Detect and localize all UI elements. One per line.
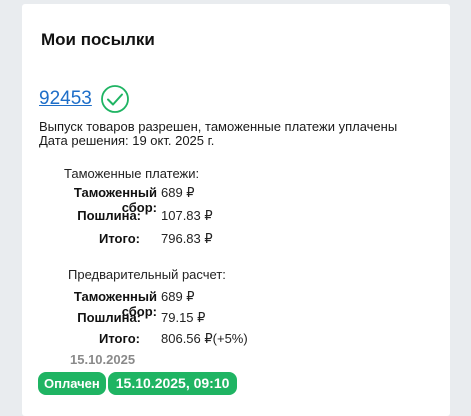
duty-value: 107.83 ₽ bbox=[161, 208, 213, 223]
total-label: Итого: bbox=[99, 231, 140, 246]
estimate-duty-value: 79.15 ₽ bbox=[161, 310, 206, 325]
parcel-number-link[interactable]: 92453 bbox=[39, 88, 92, 110]
estimate-total-value: 806.56 ₽(+5%) bbox=[161, 331, 248, 346]
payment-date-badge: 15.10.2025, 09:10 bbox=[107, 372, 238, 395]
parcel-header: 92453 bbox=[39, 84, 130, 114]
page-title: Мои посылки bbox=[41, 30, 155, 49]
estimate-section-title: Предварительный расчет: bbox=[68, 267, 226, 282]
customs-section-title: Таможенные платежи: bbox=[64, 166, 200, 181]
estimate-total-label: Итого: bbox=[99, 331, 140, 346]
payment-status-badge: Оплачен bbox=[38, 372, 106, 395]
parcel-status-text: Выпуск товаров разрешен, таможенные плат… bbox=[39, 119, 398, 134]
total-value: 796.83 ₽ bbox=[161, 231, 213, 246]
estimate-fee-value: 689 ₽ bbox=[161, 289, 195, 304]
parcels-card: Мои посылки 92453 Выпуск товаров разреше… bbox=[22, 4, 450, 416]
check-circle-icon bbox=[100, 84, 130, 114]
payment-badges: Оплачен 15.10.2025, 09:10 bbox=[38, 372, 238, 395]
duty-label: Пошлина: bbox=[77, 208, 141, 223]
estimate-date: 15.10.2025 bbox=[70, 352, 136, 367]
customs-fee-value: 689 ₽ bbox=[161, 185, 195, 200]
estimate-duty-label: Пошлина: bbox=[77, 310, 141, 325]
decision-date: Дата решения: 19 окт. 2025 г. bbox=[39, 133, 215, 148]
